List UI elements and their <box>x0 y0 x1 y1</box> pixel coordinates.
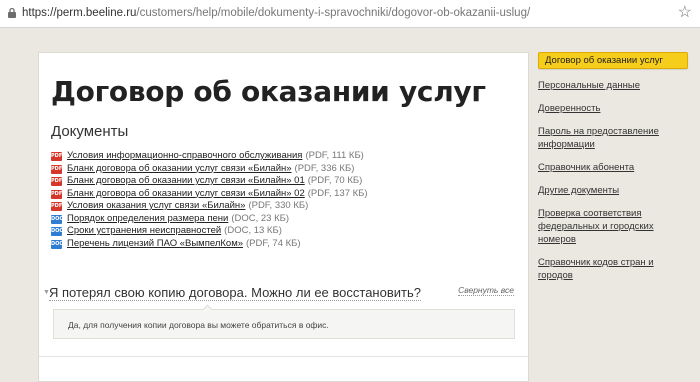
document-item: PDF Условия оказания услуг связи «Билайн»… <box>51 200 368 213</box>
document-link[interactable]: Бланк договора об оказании услуг связи «… <box>67 188 305 199</box>
document-item: PDF Бланк договора об оказании услуг связ… <box>51 175 368 188</box>
doc-file-icon: DOC <box>51 239 64 249</box>
page-title: Договор об оказании услуг <box>51 75 486 108</box>
answer-pointer <box>202 304 213 315</box>
faq-answer-text: Да, для получения копии договора вы може… <box>68 320 329 330</box>
faq-question[interactable]: Я потерял свою копию договора. Можно ли … <box>49 285 421 301</box>
url-text[interactable]: https://perm.beeline.ru/customers/help/m… <box>22 7 530 19</box>
sidebar-nav: Договор об оказании услуг Персональные д… <box>538 52 688 292</box>
document-meta: (PDF, 137 КБ) <box>307 187 368 199</box>
pdf-file-icon: PDF <box>51 177 63 186</box>
address-bar[interactable]: https://perm.beeline.ru/customers/help/m… <box>0 0 700 28</box>
pdf-file-icon: PDF <box>51 202 63 211</box>
sidebar-item-power-of-attorney[interactable]: Доверенность <box>538 102 688 115</box>
sidebar-item-subscriber-guide[interactable]: Справочник абонента <box>538 161 688 174</box>
main-content: Договор об оказании услуг Документы PDF У… <box>38 52 529 382</box>
document-link[interactable]: Перечень лицензий ПАО «ВымпелКом» <box>67 238 243 249</box>
sidebar-item-other-documents[interactable]: Другие документы <box>538 184 688 197</box>
document-item: DOC Сроки устранения неисправностей (DOC, … <box>51 225 368 238</box>
sidebar-item-info-password[interactable]: Пароль на предоставление информации <box>538 125 688 151</box>
bookmark-star-icon[interactable]: ☆ <box>678 4 692 22</box>
document-meta: (DOC, 13 КБ) <box>224 225 282 236</box>
url-host: https://perm.beeline.ru <box>22 7 137 19</box>
document-link[interactable]: Сроки устранения неисправностей <box>67 225 221 236</box>
document-meta: (PDF, 336 КБ) <box>294 162 355 174</box>
document-meta: (PDF, 111 КБ) <box>305 150 364 161</box>
document-link[interactable]: Порядок определения размера пени <box>67 213 228 224</box>
sidebar-item-active[interactable]: Договор об оказании услуг <box>538 52 688 69</box>
document-item: DOC Порядок определения размера пени (DOC,… <box>51 213 368 226</box>
faq-answer: Да, для получения копии договора вы може… <box>53 304 515 339</box>
document-item: PDF Условия информационно-справочного обс… <box>51 150 368 163</box>
document-item: PDF Бланк договора об оказании услуг связ… <box>51 188 368 201</box>
document-item: PDF Бланк договора об оказании услуг связ… <box>51 163 368 176</box>
url-path: /customers/help/mobile/dokumenty-i-sprav… <box>136 7 531 19</box>
document-link[interactable]: Условия оказания услуг связи «Билайн» <box>67 200 245 211</box>
doc-file-icon: DOC <box>51 227 64 236</box>
section-title: Документы <box>51 123 129 140</box>
document-link[interactable]: Бланк договора об оказании услуг связи «… <box>67 175 305 186</box>
collapse-all-link[interactable]: Свернуть все <box>458 285 514 296</box>
document-link[interactable]: Бланк договора об оказании услуг связи «… <box>67 163 292 174</box>
sidebar-item-number-check[interactable]: Проверка соответствия федеральных и горо… <box>538 207 688 246</box>
sidebar-item-personal-data[interactable]: Персональные данные <box>538 79 688 92</box>
document-meta: (PDF, 74 КБ) <box>246 237 301 249</box>
divider <box>39 356 528 357</box>
sidebar-item-country-codes[interactable]: Справочник кодов стран и городов <box>538 256 688 282</box>
lock-icon <box>8 7 16 18</box>
document-list: PDF Условия информационно-справочного обс… <box>51 150 368 250</box>
pdf-file-icon: PDF <box>51 164 63 174</box>
pdf-file-icon: PDF <box>51 189 63 199</box>
document-link[interactable]: Условия информационно-справочного обслуж… <box>67 150 302 161</box>
doc-file-icon: DOC <box>51 214 64 224</box>
document-meta: (DOC, 23 КБ) <box>231 212 290 224</box>
pdf-file-icon: PDF <box>51 152 63 161</box>
document-meta: (PDF, 330 КБ) <box>248 200 309 211</box>
document-item: DOC Перечень лицензий ПАО «ВымпелКом» (PDF… <box>51 238 368 251</box>
document-meta: (PDF, 70 КБ) <box>307 175 363 186</box>
